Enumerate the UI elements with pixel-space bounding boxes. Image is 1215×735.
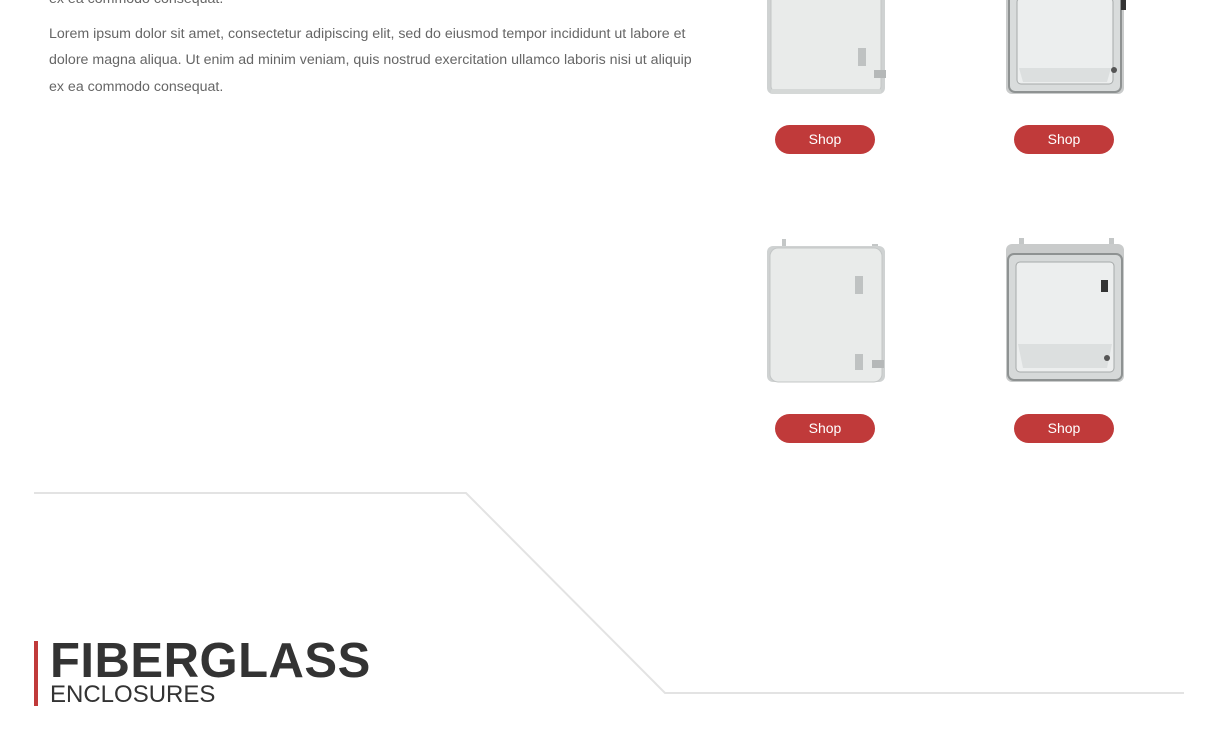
section-divider: [34, 492, 1184, 694]
page: ex ea commodo consequat. Lorem ipsum dol…: [0, 0, 1215, 735]
section-title: FIBERGLASS: [50, 634, 371, 688]
section-heading: FIBERGLASS ENCLOSURES: [34, 634, 371, 708]
